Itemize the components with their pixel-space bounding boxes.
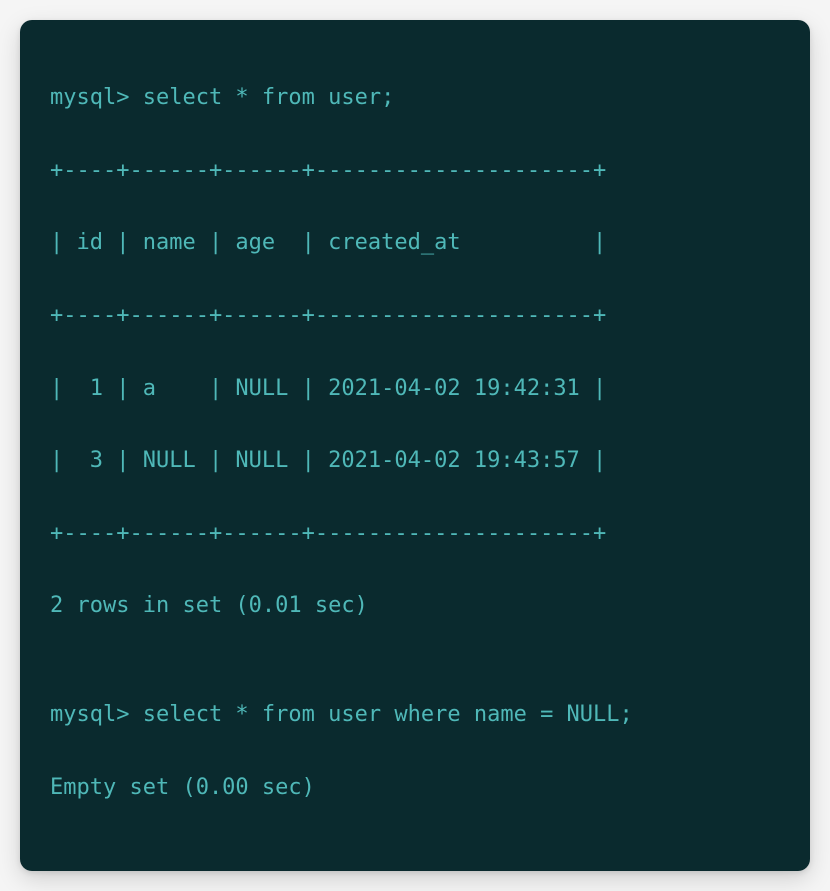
table-border-top: +----+------+------+--------------------…: [50, 153, 780, 189]
mysql-terminal: mysql> select * from user; +----+------+…: [20, 20, 810, 871]
query1-line: mysql> select * from user;: [50, 80, 780, 116]
table-border-bottom: +----+------+------+--------------------…: [50, 516, 780, 552]
query2-line: mysql> select * from user where name = N…: [50, 697, 780, 733]
table-border-mid: +----+------+------+--------------------…: [50, 298, 780, 334]
result-status-2: Empty set (0.00 sec): [50, 770, 780, 806]
result-status-1: 2 rows in set (0.01 sec): [50, 588, 780, 624]
table-row: | 3 | NULL | NULL | 2021-04-02 19:43:57 …: [50, 443, 780, 479]
table-row: | 1 | a | NULL | 2021-04-02 19:42:31 |: [50, 371, 780, 407]
table-header: | id | name | age | created_at |: [50, 225, 780, 261]
